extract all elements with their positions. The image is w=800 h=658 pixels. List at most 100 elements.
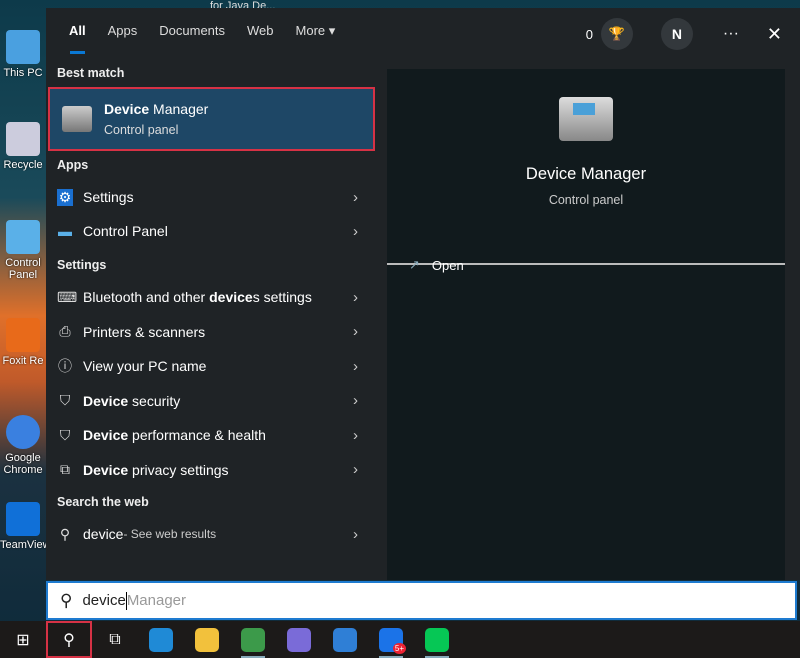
chevron-right-icon[interactable]: › <box>353 289 358 306</box>
taskbar-chrome-button[interactable] <box>230 621 276 658</box>
desktop-icon-recycle[interactable]: Recycle <box>0 122 46 171</box>
control-panel-icon: ▬ <box>58 223 72 239</box>
item-label: Control Panel <box>83 223 168 239</box>
shield-icon: ⛉ <box>59 392 71 408</box>
chevron-right-icon[interactable]: › <box>353 461 358 478</box>
taskbar-line-button[interactable] <box>414 621 460 658</box>
chevron-right-icon[interactable]: › <box>353 526 358 543</box>
desktop-icon-teamviewer[interactable]: TeamViewer <box>0 502 46 551</box>
tab-documents[interactable]: Documents <box>148 8 236 54</box>
rewards-trophy-icon[interactable]: 🏆 <box>600 18 633 50</box>
web-search-item[interactable]: ⚲ device - See web results › <box>46 518 376 550</box>
taskbar-search-button[interactable]: ⚲ <box>46 621 92 658</box>
search-input[interactable]: ⚲ device Manager <box>46 581 797 620</box>
web-query: device <box>83 526 124 542</box>
search-panel: All Apps Documents Web More ▾ 0 🏆 N ··· … <box>46 8 800 580</box>
best-match-device-manager[interactable]: Device Manager Control panel <box>48 87 375 151</box>
gear-icon: ⚙ <box>57 188 73 206</box>
section-search-web: Search the web <box>57 495 149 509</box>
search-icon: ⚲ <box>59 525 71 542</box>
taskbar-start-button[interactable]: ⊞ <box>0 621 46 658</box>
item-label: Device privacy settings <box>83 461 229 478</box>
section-settings: Settings <box>57 258 107 272</box>
taskbar-file-explorer-button[interactable] <box>184 621 230 658</box>
rewards-points: 0 <box>585 26 593 42</box>
search-icon: ⚲ <box>63 631 75 649</box>
chrome-icon <box>6 415 40 449</box>
preview-title: Device Manager <box>525 165 647 183</box>
task-view-icon: ⧉ <box>109 630 121 648</box>
chrome-icon <box>241 627 265 652</box>
info-icon: ⓘ <box>58 358 72 374</box>
device-manager-icon <box>62 106 92 132</box>
settings-item[interactable]: ⛉ Device performance & health › <box>46 419 376 451</box>
taskbar-copilot-button[interactable] <box>276 621 322 658</box>
shield-icon: ⛉ <box>59 426 71 443</box>
best-match-title-bold: Device <box>104 101 150 117</box>
device-manager-icon <box>559 97 613 141</box>
section-best-match: Best match <box>57 66 125 80</box>
item-label: Device performance & health <box>83 427 266 443</box>
desktop-icon-foxit[interactable]: Foxit Re <box>0 318 46 367</box>
search-tabs: All Apps Documents Web More ▾ <box>58 8 346 58</box>
notification-badge: 5+ <box>392 643 406 654</box>
chevron-right-icon[interactable]: › <box>353 189 358 206</box>
chevron-right-icon[interactable]: › <box>353 323 358 340</box>
taskbar-edge-button[interactable] <box>138 621 184 658</box>
preview-subtitle: Control panel <box>548 193 624 207</box>
settings-item[interactable]: ⓘ View your PC name › <box>46 350 376 382</box>
open-action[interactable]: ↗ Open <box>409 257 464 273</box>
item-label: Settings <box>83 189 134 205</box>
search-icon: ⚲ <box>60 590 73 610</box>
best-match-subtitle: Control panel <box>104 123 179 137</box>
desktop-icon-chrome[interactable]: Google Chrome <box>0 415 46 476</box>
tab-more[interactable]: More ▾ <box>285 8 347 54</box>
app-icon <box>333 627 357 652</box>
taskbar-task-view-button[interactable]: ⧉ <box>92 621 138 658</box>
windows-icon: ⊞ <box>16 631 30 649</box>
taskbar-app-button[interactable] <box>322 621 368 658</box>
control-panel-icon <box>6 220 40 254</box>
foxit-icon <box>6 318 40 352</box>
taskbar-zalo-button[interactable]: 5+ <box>368 621 414 658</box>
preview-pane: Device Manager Control panel ↗ Open <box>387 69 785 580</box>
chevron-right-icon[interactable]: › <box>353 358 358 375</box>
item-label: View your PC name <box>83 358 207 374</box>
more-options-button[interactable]: ··· <box>723 25 739 43</box>
recycle-bin-icon <box>6 122 40 156</box>
settings-item[interactable]: ⌨ Bluetooth and other devices settings › <box>46 281 376 313</box>
best-match-title-rest: Manager <box>149 101 209 117</box>
avatar[interactable]: N <box>660 18 693 50</box>
item-label: Device security <box>83 392 181 409</box>
app-item-control-panel[interactable]: ▬ Control Panel › <box>46 215 376 247</box>
search-suggestion: Manager <box>126 592 187 609</box>
chevron-right-icon[interactable]: › <box>353 392 358 409</box>
file-explorer-icon <box>195 627 219 652</box>
desktop-icon-this-pc[interactable]: This PC <box>0 30 46 79</box>
item-label: Printers & scanners <box>83 323 206 340</box>
chevron-right-icon[interactable]: › <box>353 223 358 240</box>
open-icon: ↗ <box>409 257 420 272</box>
desktop-icon-control-panel[interactable]: Control Panel <box>0 220 46 281</box>
taskbar: ⊞ ⚲ ⧉ 5+ <box>0 621 800 658</box>
close-button[interactable]: ✕ <box>767 24 782 45</box>
tab-all[interactable]: All <box>58 8 97 54</box>
privacy-icon: ⧉ <box>60 461 70 477</box>
item-label: Bluetooth and other devices settings <box>83 289 312 305</box>
settings-item[interactable]: ⎙ Printers & scanners › <box>46 316 376 348</box>
web-suffix: - See web results <box>123 527 217 541</box>
tab-web[interactable]: Web <box>236 8 285 54</box>
search-typed-text: device <box>82 592 126 609</box>
printer-icon: ⎙ <box>59 323 71 339</box>
bluetooth-devices-icon: ⌨ <box>57 288 78 305</box>
settings-item[interactable]: ⧉ Device privacy settings › <box>46 454 376 486</box>
open-label: Open <box>431 257 464 273</box>
computer-icon <box>6 30 40 64</box>
teamviewer-icon <box>6 502 40 536</box>
app-item-settings[interactable]: ⚙ Settings › <box>46 181 376 213</box>
copilot-icon <box>287 627 311 652</box>
settings-item[interactable]: ⛉ Device security › <box>46 385 376 417</box>
tab-apps[interactable]: Apps <box>97 8 149 54</box>
line-icon <box>425 627 449 652</box>
chevron-right-icon[interactable]: › <box>353 427 358 444</box>
